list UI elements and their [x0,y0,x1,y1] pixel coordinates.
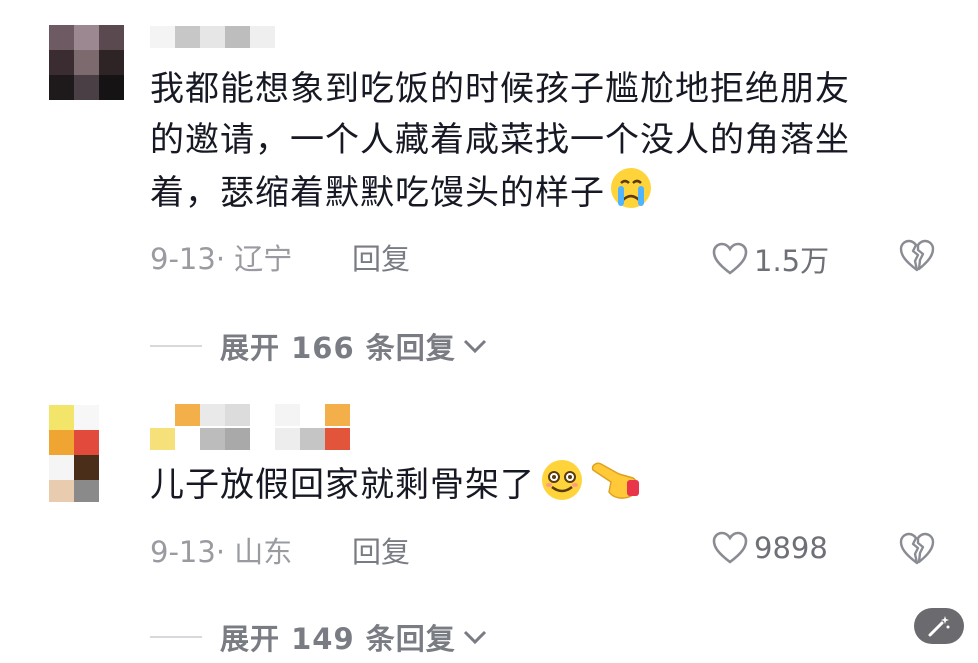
magic-wand-icon [928,616,950,637]
heart-outline-icon [712,531,748,564]
comment-line: 我都能想象到吃饭的时候孩子尴尬地拒绝朋友 [150,69,850,109]
user-name[interactable] [150,404,380,452]
broken-heart-icon [899,532,935,565]
user-name[interactable] [150,26,275,50]
like-count: 1.5万 [754,244,830,278]
chevron-down-icon [463,630,486,645]
divider [150,636,202,638]
avatar[interactable] [49,25,124,100]
comment-line: 的邀请，一个人藏着咸菜找一个没人的角落坐 [150,120,850,160]
comment-line: 儿子放假回家就剩骨架了 [150,458,930,517]
dislike-button[interactable] [898,532,936,570]
expand-replies[interactable]: 展开 166 条回复 [150,325,488,367]
broken-heart-icon [899,239,935,272]
comment-text: 儿子放假回家就剩骨架了 [150,458,930,517]
like-button[interactable]: 9898 [712,531,828,565]
expand-replies[interactable]: 展开 149 条回复 [150,616,488,658]
dislike-button[interactable] [898,239,936,277]
comment-line: 着，瑟缩着默默吃馒头的样子 [150,166,930,225]
avatar-bottom [49,480,99,502]
like-count: 9898 [754,531,828,565]
like-button[interactable]: 1.5万 [712,238,829,280]
smiling-face-emoji [539,458,585,517]
reply-button[interactable]: 回复 [352,236,410,278]
pointing-hand-emoji [589,462,641,517]
divider [150,345,202,347]
magic-edit-button[interactable] [914,608,964,644]
reply-button[interactable]: 回复 [352,529,410,571]
heart-outline-icon [712,242,748,275]
comment-text: 我都能想象到吃饭的时候孩子尴尬地拒绝朋友 的邀请，一个人藏着咸菜找一个没人的角落… [150,64,930,225]
comment-meta: 9-13· 山东 [150,535,293,569]
chevron-down-icon [463,339,486,354]
expand-label: 展开 149 条回复 [220,622,456,656]
expand-label: 展开 166 条回复 [220,331,456,365]
avatar[interactable] [49,405,124,480]
crying-face-emoji [609,166,653,225]
comment-meta: 9-13· 辽宁 [150,242,293,276]
